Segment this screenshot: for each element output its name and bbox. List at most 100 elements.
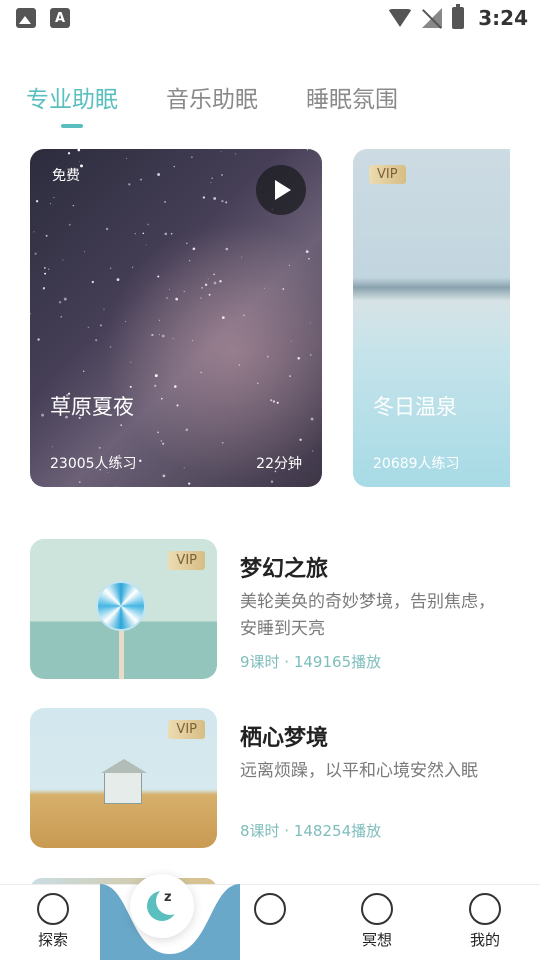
star	[170, 232, 173, 235]
star	[34, 252, 37, 255]
course-item[interactable]: VIP 梦幻之旅 美轮美奂的奇妙梦境，告别焦虑，安睡到天亮 9课时 · 1491…	[30, 539, 510, 679]
featured-card[interactable]: 免费 草原夏夜 23005人练习 22分钟	[30, 149, 322, 487]
star	[35, 200, 39, 203]
notification-icons: A	[16, 8, 70, 28]
star	[306, 149, 309, 151]
star	[162, 442, 165, 445]
star	[213, 273, 215, 276]
star	[310, 354, 312, 356]
star	[161, 334, 165, 338]
star	[276, 401, 279, 404]
star	[210, 182, 212, 184]
featured-carousel[interactable]: 免费 草原夏夜 23005人练习 22分钟 VIP 冬日温泉 20689人练习	[30, 149, 510, 487]
bottom-navigation: 探索 冥想 我的	[0, 884, 540, 960]
nav-sleep[interactable]: z	[130, 874, 194, 938]
star	[192, 247, 196, 251]
star	[154, 374, 158, 378]
star	[211, 177, 214, 180]
nav-explore[interactable]: 探索	[23, 893, 83, 950]
star	[158, 334, 160, 336]
star	[153, 384, 157, 388]
star	[33, 231, 35, 233]
tab-label: 专业助眠	[26, 87, 118, 113]
tab-label: 音乐助眠	[166, 87, 258, 113]
house-icon	[101, 759, 147, 804]
star	[243, 314, 245, 316]
star	[213, 197, 217, 200]
star	[158, 319, 160, 321]
star	[48, 268, 50, 270]
course-description: 美轮美奂的奇妙梦境，告别焦虑，安睡到天亮	[240, 592, 495, 639]
star	[238, 364, 241, 366]
star	[157, 275, 160, 278]
star	[87, 326, 90, 329]
star	[132, 266, 134, 268]
star	[290, 340, 292, 342]
compass-icon	[37, 893, 69, 925]
star	[201, 287, 203, 289]
nav-music[interactable]	[240, 893, 300, 925]
star	[157, 431, 159, 434]
star	[221, 199, 224, 203]
card-title: 冬日温泉	[373, 395, 457, 419]
star	[221, 316, 225, 319]
no-signal-icon	[422, 8, 443, 28]
play-icon	[275, 180, 291, 200]
star	[134, 233, 136, 235]
star	[142, 232, 145, 235]
music-note-icon	[254, 893, 286, 925]
star	[37, 338, 40, 341]
nav-label: 我的	[469, 931, 500, 949]
star	[173, 165, 176, 168]
sleep-z-icon: z	[164, 890, 172, 905]
star	[219, 280, 222, 283]
category-tabs: 专业助眠 音乐助眠 睡眠氛围	[26, 80, 398, 128]
star	[225, 201, 228, 204]
star	[80, 164, 83, 168]
star	[126, 157, 127, 159]
vip-badge: VIP	[369, 165, 406, 184]
star	[42, 287, 46, 290]
star	[130, 361, 132, 363]
nav-profile[interactable]: 我的	[455, 893, 515, 950]
star	[175, 297, 179, 301]
star	[157, 173, 161, 176]
star	[129, 385, 132, 388]
course-item[interactable]: VIP 栖心梦境 远离烦躁，以平和心境安然入眠 8课时 · 148254播放	[30, 708, 510, 848]
star	[164, 200, 167, 203]
star	[297, 357, 300, 360]
tab-label: 睡眠氛围	[306, 87, 398, 113]
star	[270, 480, 274, 484]
play-button[interactable]	[256, 165, 306, 215]
tab-sleep-ambience[interactable]: 睡眠氛围	[306, 80, 398, 114]
lollipop-icon	[96, 581, 146, 631]
star	[222, 442, 224, 444]
meditation-icon	[361, 893, 393, 925]
star	[305, 250, 309, 253]
star	[109, 267, 112, 269]
star	[116, 278, 120, 281]
star	[63, 297, 67, 301]
star	[105, 227, 109, 231]
card-title: 草原夏夜	[50, 395, 134, 419]
star	[53, 197, 55, 199]
star	[310, 417, 314, 421]
star	[140, 178, 142, 181]
star	[67, 152, 71, 155]
star	[257, 382, 259, 384]
star	[83, 251, 85, 253]
nav-meditation[interactable]: 冥想	[347, 893, 407, 950]
tab-professional-sleep[interactable]: 专业助眠	[26, 80, 118, 128]
star	[208, 293, 211, 296]
star	[98, 446, 101, 449]
duration: 22分钟	[256, 456, 302, 472]
star	[270, 399, 273, 402]
tab-music-sleep[interactable]: 音乐助眠	[166, 80, 258, 114]
moon-sleep-icon	[147, 887, 184, 921]
course-title: 梦幻之旅	[240, 557, 329, 582]
star	[183, 467, 185, 469]
featured-card[interactable]: VIP 冬日温泉 20689人练习	[353, 149, 510, 487]
star	[288, 264, 291, 267]
star	[204, 283, 208, 287]
star	[52, 446, 53, 448]
